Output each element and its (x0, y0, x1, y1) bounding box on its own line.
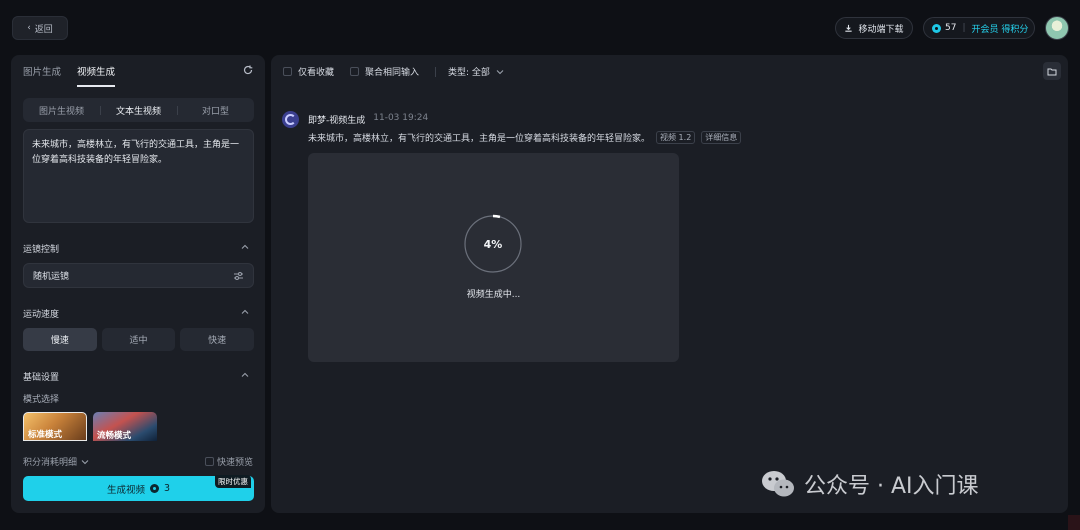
back-button[interactable]: ‹ 返回 (12, 16, 68, 40)
dreamina-logo-icon (282, 111, 299, 128)
fast-preview-checkbox[interactable] (205, 457, 214, 466)
mode-standard-label: 标准模式 (28, 430, 63, 440)
generation-time: 11-03 19:24 (373, 113, 429, 123)
motion-speed-heading: 运动速度 (23, 310, 60, 320)
chevron-down-icon (496, 69, 504, 74)
chevron-up-icon[interactable] (241, 308, 249, 316)
speed-fast-button[interactable]: 快速 (180, 328, 255, 351)
favorites-label: 仅看收藏 (298, 68, 335, 78)
top-bar: ‹ 返回 移动端下载 57 | 开会员 得积分 (0, 0, 1080, 54)
folder-button[interactable] (1043, 62, 1061, 80)
wechat-icon (762, 471, 794, 497)
mode-select-label: 模式选择 (23, 395, 60, 405)
camera-control-heading: 运镜控制 (23, 245, 60, 255)
back-label: 返回 (34, 24, 53, 35)
prompt-input[interactable]: 未来城市，高楼林立，有飞行的交通工具，主角是一位穿着高科技装备的年轻冒险家。 (23, 129, 254, 223)
generate-video-button[interactable]: 生成视频 3 限时优惠 (23, 475, 254, 501)
divider (435, 66, 437, 77)
subtab-text-to-video[interactable]: 文本生视频 (100, 104, 177, 117)
generation-prompt-row: 未来城市，高楼林立，有飞行的交通工具，主角是一位穿着高科技装备的年轻冒险家。 视… (308, 131, 742, 144)
generation-tabs: 图片生成 视频生成 (23, 64, 116, 87)
credit-count: 57 (945, 23, 957, 33)
download-label: 移动端下载 (858, 24, 904, 35)
sliders-icon (234, 271, 243, 280)
left-panel: 图片生成 视频生成 图片生视频 文本生视频 对口型 未来城市，高楼林立，有飞行的… (11, 55, 265, 513)
camera-select-value: 随机运镜 (33, 272, 70, 282)
cost-detail-toggle[interactable]: 积分消耗明细 (23, 455, 89, 468)
group-same-input-filter[interactable]: 聚合相同输入 (350, 65, 419, 78)
credits-pill[interactable]: 57 | 开会员 得积分 (923, 17, 1035, 39)
camera-select[interactable]: 随机运镜 (23, 263, 254, 288)
mode-smooth-card[interactable]: 流畅模式 (93, 412, 157, 441)
mode-standard-card[interactable]: 标准模式 (23, 412, 87, 441)
tab-image-generation[interactable]: 图片生成 (23, 64, 61, 87)
mode-smooth-label: 流畅模式 (97, 431, 132, 441)
type-filter-dropdown[interactable]: 类型: 全部 (448, 65, 504, 78)
favorites-checkbox[interactable] (283, 67, 292, 76)
chevron-up-icon[interactable] (241, 243, 249, 251)
corner-indicator (1068, 515, 1080, 530)
group-label: 聚合相同输入 (365, 68, 420, 78)
generation-prompt: 未来城市，高楼林立，有飞行的交通工具，主角是一位穿着高科技装备的年轻冒险家。 (308, 134, 651, 144)
mobile-download-button[interactable]: 移动端下载 (835, 17, 913, 39)
tab-video-generation[interactable]: 视频生成 (77, 64, 116, 87)
avatar[interactable] (1045, 16, 1069, 40)
group-checkbox[interactable] (350, 67, 360, 76)
promo-badge: 限时优惠 (215, 475, 251, 488)
credit-coin-icon (149, 484, 159, 493)
speed-slow-button[interactable]: 慢速 (23, 328, 97, 351)
download-icon (845, 24, 853, 32)
generate-label: 生成视频 (106, 484, 145, 496)
video-mode-tabs: 图片生视频 文本生视频 对口型 (23, 98, 254, 122)
type-filter-label: 类型: 全部 (448, 68, 490, 78)
chevron-left-icon: ‹ (27, 23, 31, 33)
refresh-icon[interactable] (242, 64, 254, 76)
filter-bar: 仅看收藏 聚合相同输入 类型: 全部 (283, 65, 512, 78)
progress-status: 视频生成中... (466, 290, 521, 300)
member-link[interactable]: 开会员 得积分 (972, 22, 1029, 35)
speed-medium-button[interactable]: 适中 (101, 328, 176, 351)
subtab-image-to-video[interactable]: 图片生视频 (23, 104, 100, 117)
wechat-watermark: 公众号 · AI入门课 (760, 468, 979, 500)
folder-icon (1047, 68, 1057, 75)
fast-preview-option[interactable]: 快速预览 (205, 455, 253, 468)
progress-percent: 4% (483, 237, 503, 251)
speed-selector: 慢速 适中 快速 (23, 328, 255, 351)
credit-coin-icon (932, 23, 941, 33)
generation-title: 即梦-视频生成 (308, 116, 366, 126)
generate-cost: 3 (163, 483, 171, 494)
basic-settings-heading: 基础设置 (23, 373, 60, 383)
subtab-lip-sync[interactable]: 对口型 (177, 104, 254, 117)
divider: | (962, 23, 966, 33)
watermark-text: 公众号 · AI入门课 (804, 474, 979, 499)
chevron-up-icon[interactable] (241, 371, 249, 379)
fast-preview-label: 快速预览 (217, 458, 254, 468)
cost-detail-label: 积分消耗明细 (23, 458, 78, 468)
results-panel: 仅看收藏 聚合相同输入 类型: 全部 即梦-视频生成 11-03 19:24 未… (271, 55, 1068, 513)
model-version-tag: 视频 1.2 (656, 131, 696, 144)
video-placeholder-card: 4% 视频生成中... (308, 153, 679, 362)
favorites-only-filter[interactable]: 仅看收藏 (283, 65, 334, 78)
chevron-down-icon (81, 459, 89, 464)
details-link[interactable]: 详细信息 (701, 131, 742, 144)
generation-header: 即梦-视频生成 11-03 19:24 (308, 113, 428, 126)
